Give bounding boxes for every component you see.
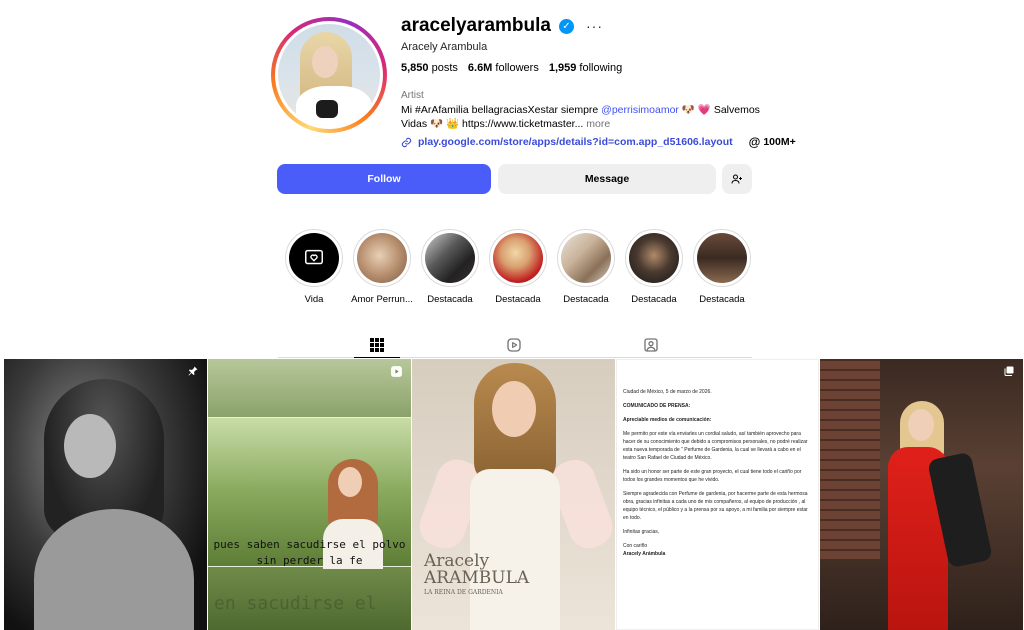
press-release-date: Ciudad de México, 5 de marzo de 2026. — [623, 389, 712, 395]
highlight-label: Destacada — [495, 294, 541, 305]
highlight-item[interactable]: Destacada — [620, 229, 688, 305]
highlight-thumbnail — [493, 233, 543, 283]
profile-stats: 5,850 posts 6.6M followers 1,959 followi… — [401, 62, 622, 74]
followers-count[interactable]: 6.6M followers — [468, 62, 539, 74]
reels-icon — [507, 338, 521, 352]
post-tile[interactable]: pues saben sacudirse el polvo sin perder … — [208, 359, 411, 630]
more-options-icon[interactable]: ··· — [586, 19, 603, 33]
highlight-label: Vida — [304, 294, 324, 305]
highlight-item[interactable]: Destacada — [484, 229, 552, 305]
threads-icon: @ — [748, 135, 761, 149]
add-user-button[interactable] — [722, 164, 752, 194]
post-5-face — [908, 409, 934, 441]
press-release-paragraph: Siempre agradecida con Perfume de garden… — [623, 491, 808, 521]
highlight-ring — [693, 229, 751, 287]
post-1-face — [64, 414, 116, 478]
post-magazine-title: Aracely ARAMBULA — [424, 551, 530, 588]
press-release-paragraph: Ha sido un honor ser parte de este gran … — [623, 469, 802, 483]
post-caption-ghost: en sacudirse el — [214, 593, 377, 614]
add-user-icon — [731, 174, 742, 184]
press-release-signature: Aracely Arámbula — [623, 551, 666, 557]
carousel-icon — [1004, 366, 1014, 376]
highlight-thumbnail — [697, 233, 747, 283]
post-magazine-subtitle: LA REINA DE GARDENIA — [424, 589, 503, 596]
bio-text: Mi #ArAfamilia bellagraciasXestar siempr… — [401, 104, 602, 116]
tab-tagged[interactable] — [628, 332, 674, 358]
highlight-thumbnail — [425, 233, 475, 283]
highlight-ring — [625, 229, 683, 287]
highlight-label: Amor Perrun... — [351, 294, 413, 305]
link-icon — [401, 137, 412, 147]
highlight-item[interactable]: Vida — [280, 229, 348, 305]
post-tile[interactable] — [4, 359, 207, 630]
reel-badge-icon — [391, 366, 402, 377]
message-button[interactable]: Message — [498, 164, 716, 194]
highlight-item[interactable]: Destacada — [552, 229, 620, 305]
username: aracelyarambula — [401, 15, 551, 36]
press-release-closing: Con cariño — [623, 543, 648, 549]
highlight-ring — [285, 229, 343, 287]
tab-posts[interactable] — [354, 332, 400, 358]
highlight-label: Destacada — [631, 294, 677, 305]
highlight-ring — [557, 229, 615, 287]
bio: Mi #ArAfamilia bellagraciasXestar siempr… — [401, 103, 761, 131]
avatar-top — [316, 100, 338, 118]
post-3-dress — [470, 469, 560, 630]
username-row: aracelyarambula ✓ ··· — [401, 15, 603, 37]
full-name: Aracely Arambula — [401, 41, 488, 53]
tagged-icon — [644, 338, 658, 352]
post-tile[interactable] — [820, 359, 1023, 630]
grid-icon — [370, 337, 384, 352]
avatar — [278, 24, 380, 126]
highlight-thumbnail — [357, 233, 407, 283]
post-tile[interactable]: Ciudad de México, 5 de marzo de 2026. CO… — [616, 359, 819, 630]
highlight-item[interactable]: Destacada — [688, 229, 756, 305]
bio-more-link[interactable]: more — [583, 118, 610, 130]
highlight-thumbnail — [561, 233, 611, 283]
pin-icon — [188, 366, 198, 376]
threads-badge[interactable]: @ 100M+ — [749, 135, 796, 149]
external-link-row: play.google.com/store/apps/details?id=co… — [401, 135, 796, 149]
highlight-ring — [353, 229, 411, 287]
posts-grid: pues saben sacudirse el polvo sin perder … — [4, 359, 1024, 630]
highlight-label: Destacada — [427, 294, 473, 305]
highlight-label: Destacada — [563, 294, 609, 305]
press-release-thanks: Infinitas gracias, — [623, 529, 660, 535]
bio-mention-link[interactable]: @perrisimoamor — [601, 104, 679, 116]
highlight-label: Destacada — [699, 294, 745, 305]
highlight-ring — [489, 229, 547, 287]
bio-text-line2: Vidas 🐶 👑 https://www.ticketmaster... — [401, 118, 584, 130]
category-label: Artist — [401, 90, 424, 101]
profile-avatar-ring[interactable] — [271, 17, 387, 133]
external-link[interactable]: play.google.com/store/apps/details?id=co… — [418, 136, 733, 148]
verified-badge-icon: ✓ — [559, 18, 574, 34]
story-highlights: Vida Amor Perrun... Destacada Destacada … — [280, 229, 756, 305]
highlight-item[interactable]: Destacada — [416, 229, 484, 305]
tab-reels[interactable] — [491, 332, 537, 358]
highlight-thumbnail — [629, 233, 679, 283]
avatar-border — [275, 21, 383, 129]
follow-button[interactable]: Follow — [277, 164, 491, 194]
posts-count: 5,850 posts — [401, 62, 458, 74]
press-release-heading: COMUNICADO DE PRENSA: — [623, 403, 691, 409]
highlight-ring — [421, 229, 479, 287]
following-count[interactable]: 1,959 following — [549, 62, 622, 74]
post-3-face — [492, 381, 536, 437]
post-5-brick-wall — [820, 359, 880, 559]
press-release-salutation: Apreciable medios de comunicación: — [623, 417, 712, 423]
press-release-paragraph: Me permito por este vía enviarles un cor… — [623, 431, 808, 461]
post-2-girl-face — [338, 467, 362, 497]
post-caption-overlay: pues saben sacudirse el polvo sin perder … — [213, 538, 406, 567]
highlight-item[interactable]: Amor Perrun... — [348, 229, 416, 305]
avatar-face — [312, 46, 338, 78]
bio-text-tail: 🐶 💗 Salvemos — [678, 104, 760, 116]
post-tile[interactable]: Aracely ARAMBULA LA REINA DE GARDENIA — [412, 359, 615, 630]
threads-count: 100M+ — [763, 136, 796, 148]
highlight-heart-message-icon — [289, 233, 339, 283]
